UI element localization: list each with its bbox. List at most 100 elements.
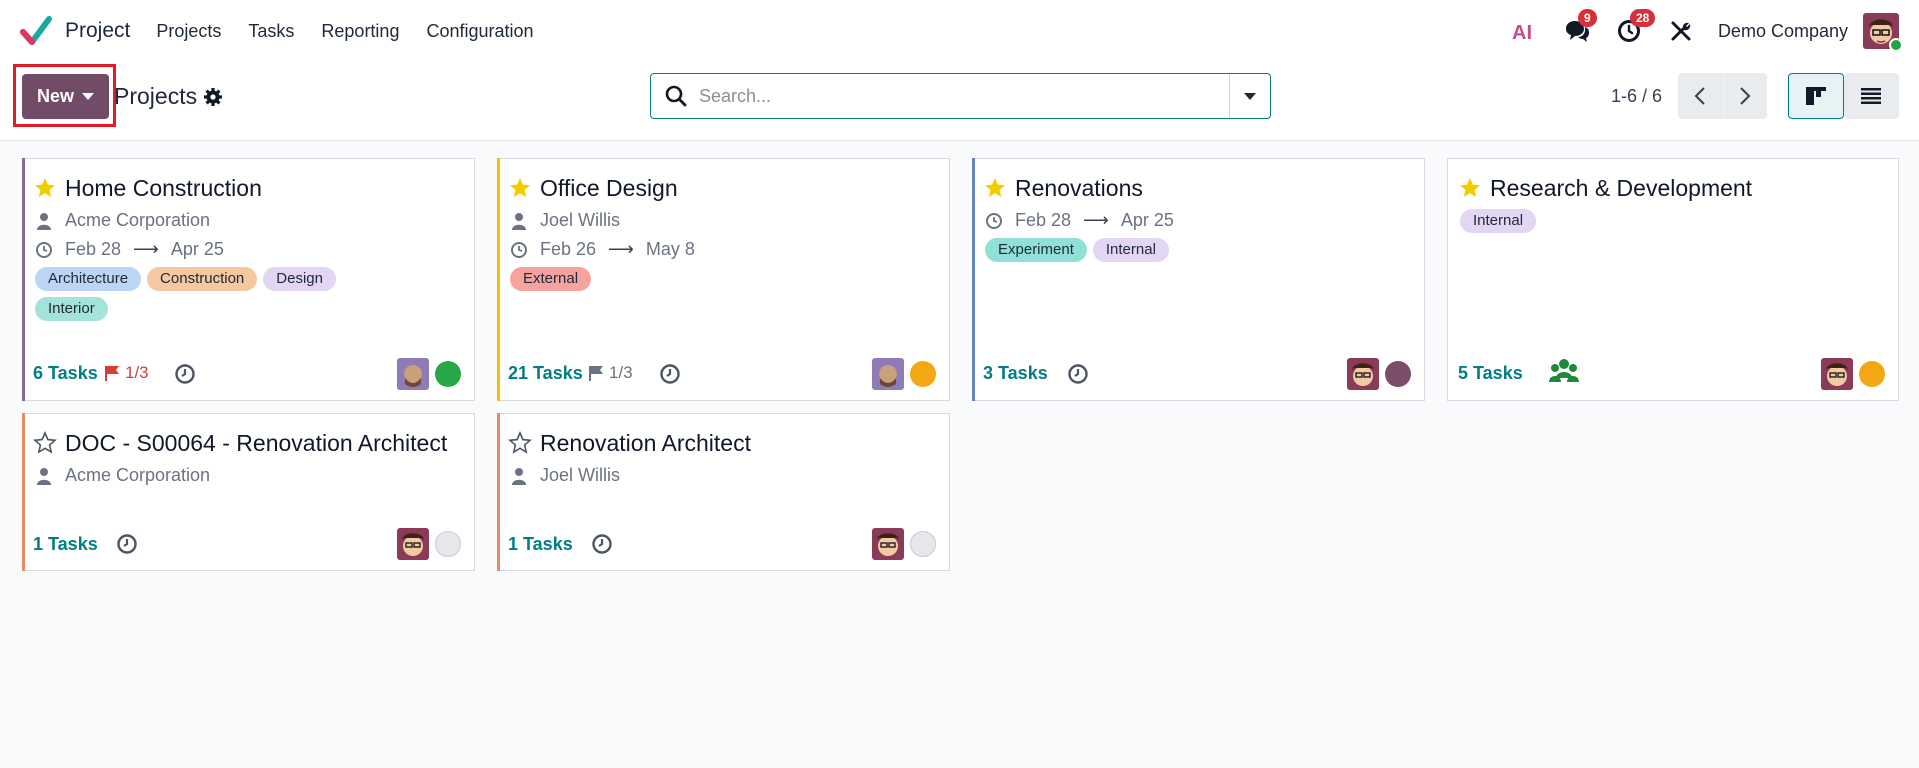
- favorite-star-icon[interactable]: [1458, 176, 1482, 200]
- card-color-bar: [497, 158, 500, 401]
- user-icon: [37, 212, 51, 230]
- main-menu: Projects Tasks Reporting Configuration: [156, 21, 560, 42]
- status-indicator[interactable]: [1859, 361, 1885, 387]
- list-view-icon: [1861, 88, 1882, 104]
- project-card-research-development[interactable]: Research & Development Internal 5 Tasks: [1447, 158, 1899, 401]
- project-title: Renovations: [1015, 175, 1143, 201]
- menu-tasks[interactable]: Tasks: [248, 21, 294, 42]
- project-card-renovation-architect[interactable]: Renovation Architect Joel Willis 1 Tasks: [497, 413, 950, 571]
- tag: Design: [263, 267, 336, 291]
- favorite-star-outline-icon[interactable]: [33, 431, 57, 455]
- tasks-count-link[interactable]: 21 Tasks: [508, 363, 583, 384]
- pager-next-button[interactable]: [1722, 73, 1768, 119]
- project-card-renovations[interactable]: Renovations Feb 28 ⟶ Apr 25 Experiment I…: [972, 158, 1425, 401]
- list-view-button[interactable]: [1843, 73, 1899, 119]
- clock-icon: [36, 241, 52, 258]
- date-range-row: Feb 28 ⟶ Apr 25: [35, 239, 224, 260]
- favorite-star-icon[interactable]: [983, 176, 1007, 200]
- user-icon: [37, 467, 51, 485]
- arrow-right-icon: ⟶: [1083, 210, 1109, 230]
- search-options-toggle[interactable]: [1229, 74, 1270, 118]
- kanban-view-icon: [1805, 87, 1826, 105]
- milestones-indicator[interactable]: 1/3: [587, 363, 633, 383]
- gear-icon[interactable]: [203, 87, 223, 107]
- ai-icon[interactable]: AI: [1510, 16, 1540, 46]
- status-indicator[interactable]: [910, 531, 936, 557]
- view-switcher: [1788, 73, 1899, 119]
- messages-icon[interactable]: 9: [1562, 9, 1597, 46]
- card-color-bar: [22, 413, 25, 571]
- project-card-doc-s00064[interactable]: DOC - S00064 - Renovation Architect Acme…: [22, 413, 475, 571]
- user-icon: [512, 467, 526, 485]
- svg-text:AI: AI: [1512, 22, 1532, 42]
- tasks-count-link[interactable]: 5 Tasks: [1458, 363, 1523, 384]
- chevron-right-icon: [1740, 87, 1751, 105]
- manager-avatar: [1821, 358, 1853, 390]
- project-title: Home Construction: [65, 175, 262, 201]
- wrench-screwdriver-icon: [1671, 21, 1691, 41]
- project-card-home-construction[interactable]: Home Construction Acme Corporation Feb 2…: [22, 158, 475, 401]
- activity-clock-icon[interactable]: [591, 533, 613, 555]
- tasks-count-link[interactable]: 1 Tasks: [33, 534, 98, 555]
- menu-projects[interactable]: Projects: [156, 21, 221, 42]
- tag: Internal: [1092, 238, 1169, 262]
- date-range-row: Feb 28 ⟶ Apr 25: [985, 210, 1174, 231]
- activity-clock-icon[interactable]: [1067, 363, 1089, 385]
- tag: External: [510, 267, 592, 291]
- clock-icon: [511, 241, 527, 258]
- favorite-star-outline-icon[interactable]: [508, 431, 532, 455]
- clock-icon: [986, 212, 1002, 229]
- new-button[interactable]: New: [22, 74, 109, 119]
- tasks-count-link[interactable]: 6 Tasks: [33, 363, 98, 384]
- online-status-dot: [1889, 38, 1903, 52]
- status-indicator[interactable]: [910, 361, 936, 387]
- favorite-star-icon[interactable]: [33, 176, 57, 200]
- avatar-image: [872, 528, 904, 560]
- search-input[interactable]: [699, 85, 1219, 107]
- arrow-right-icon: ⟶: [133, 239, 159, 259]
- activity-clock-icon[interactable]: [174, 363, 196, 385]
- search-icon: [665, 85, 687, 107]
- chevron-left-icon: [1694, 87, 1705, 105]
- app-brand[interactable]: Project: [20, 15, 130, 47]
- project-title: Research & Development: [1490, 175, 1753, 201]
- new-button-label: New: [36, 86, 74, 106]
- pager-previous-button[interactable]: [1678, 73, 1723, 119]
- page-title: Projects: [114, 83, 198, 109]
- tag: Experiment: [985, 238, 1087, 262]
- status-indicator[interactable]: [435, 361, 461, 387]
- user-avatar[interactable]: [1863, 13, 1903, 52]
- tag-list: External: [510, 267, 870, 291]
- company-switcher[interactable]: Demo Company: [1718, 21, 1848, 42]
- status-indicator[interactable]: [1385, 361, 1411, 387]
- project-card-office-design[interactable]: Office Design Joel Willis Feb 26 ⟶ May 8…: [497, 158, 950, 401]
- tasks-count-link[interactable]: 3 Tasks: [983, 363, 1048, 384]
- kanban-view-button[interactable]: [1788, 73, 1844, 119]
- manager-avatar: [397, 358, 429, 390]
- menu-configuration[interactable]: Configuration: [426, 21, 533, 42]
- activities-icon[interactable]: 28: [1614, 9, 1656, 46]
- activity-clock-icon[interactable]: [116, 533, 138, 555]
- tag-list: Experiment Internal: [985, 238, 1345, 262]
- milestones-count: 1/3: [609, 363, 633, 382]
- tasks-count-link[interactable]: 1 Tasks: [508, 534, 573, 555]
- user-icon: [512, 212, 526, 230]
- systray: AI 9 28 Demo Company: [1510, 0, 1919, 62]
- tag: Internal: [1460, 209, 1537, 233]
- manager-avatar: [872, 528, 904, 560]
- new-dropdown-caret-icon: [82, 93, 94, 100]
- customer-row: Acme Corporation: [35, 210, 210, 231]
- milestones-indicator[interactable]: 1/3: [103, 363, 149, 383]
- status-indicator[interactable]: [435, 531, 461, 557]
- customer-row: Acme Corporation: [35, 465, 210, 486]
- debug-tools-icon[interactable]: [1666, 16, 1696, 46]
- avatar-image: [397, 358, 429, 390]
- pager-value[interactable]: 1-6 / 6: [1611, 86, 1662, 107]
- menu-reporting[interactable]: Reporting: [321, 21, 399, 42]
- activity-clock-icon[interactable]: [659, 363, 681, 385]
- card-color-bar: [497, 413, 500, 571]
- flag-icon: [105, 366, 119, 381]
- date-end: Apr 25: [1120, 210, 1174, 230]
- users-group-icon: [1549, 359, 1579, 382]
- favorite-star-icon[interactable]: [508, 176, 532, 200]
